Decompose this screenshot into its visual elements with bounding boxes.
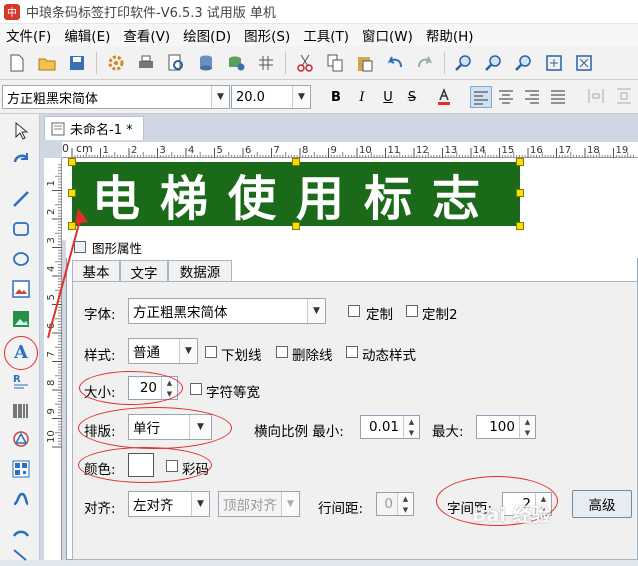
annotation-arrow-line xyxy=(47,219,81,339)
annotation-circle-text-tool xyxy=(4,336,38,370)
annotation-circle-size xyxy=(79,371,183,405)
annotation-circle-color xyxy=(78,447,212,483)
annotation-arrow-head xyxy=(75,208,88,224)
watermark: Bai 经验 xyxy=(472,504,551,526)
annotation-circle-layout xyxy=(78,407,232,449)
